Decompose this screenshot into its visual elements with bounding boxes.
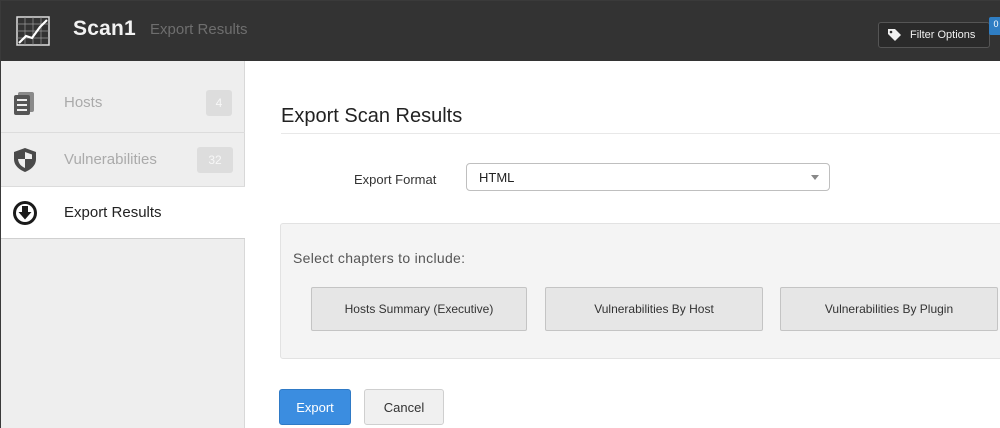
chart-icon[interactable]	[15, 15, 51, 47]
sidebar-item-label: Vulnerabilities	[64, 151, 157, 168]
filter-options-label: Filter Options	[910, 29, 976, 41]
export-format-value: HTML	[479, 169, 515, 185]
sidebar-item-label: Export Results	[64, 204, 162, 221]
download-circle-icon	[12, 200, 38, 226]
tag-icon	[887, 28, 903, 42]
export-format-select[interactable]: HTML	[466, 163, 830, 191]
chapters-label: Select chapters to include:	[293, 250, 466, 266]
shield-icon	[12, 147, 38, 173]
vulnerabilities-count-badge: 32	[197, 146, 233, 173]
sidebar-item-vulnerabilities[interactable]: Vulnerabilities 32	[1, 133, 245, 187]
servers-icon	[12, 90, 38, 116]
breadcrumb-section: Export Results	[150, 21, 248, 38]
export-button[interactable]: Export	[279, 389, 351, 425]
title-divider	[281, 133, 1000, 134]
app-window: Scan1 Export Results Filter Options 0 Ho…	[0, 0, 1000, 428]
sidebar-item-export-results[interactable]: Export Results	[1, 187, 245, 239]
chapters-panel: Select chapters to include: Hosts Summar…	[280, 223, 1000, 359]
sidebar: Hosts 4 Vulnerabilities 32 Export Result…	[1, 61, 245, 428]
top-bar: Scan1 Export Results Filter Options 0	[1, 1, 1000, 61]
chapter-vulns-by-plugin-button[interactable]: Vulnerabilities By Plugin	[780, 287, 998, 331]
main-panel: Export Scan Results Export Format HTML S…	[245, 61, 1000, 428]
hosts-count-badge: 4	[206, 89, 232, 116]
page-title: Export Scan Results	[281, 105, 463, 127]
sidebar-item-label: Hosts	[64, 94, 103, 111]
chevron-down-icon	[811, 175, 819, 180]
export-format-label: Export Format	[354, 172, 437, 187]
chapter-hosts-summary-button[interactable]: Hosts Summary (Executive)	[311, 287, 527, 331]
sidebar-item-hosts[interactable]: Hosts 4	[1, 73, 245, 133]
filter-options-button[interactable]: Filter Options	[878, 22, 990, 48]
filter-count-badge: 0	[989, 17, 1000, 35]
cancel-button[interactable]: Cancel	[364, 389, 444, 425]
app-name: Scan1	[73, 17, 136, 40]
chapter-vulns-by-host-button[interactable]: Vulnerabilities By Host	[545, 287, 763, 331]
